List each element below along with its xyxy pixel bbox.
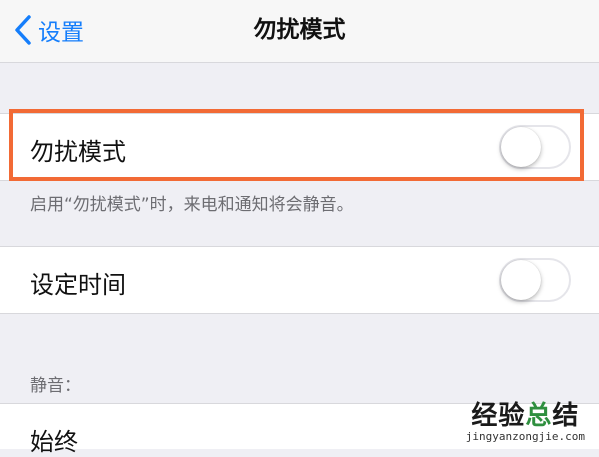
scheduled-row: 设定时间 — [0, 247, 599, 313]
watermark-text: 经验总结 — [466, 395, 585, 432]
silence-section-header: 静音： — [30, 376, 81, 396]
dnd-label: 勿扰模式 — [30, 138, 126, 166]
toggle-knob — [501, 127, 541, 167]
dnd-footer-note: 启用“勿扰模式”时，来电和通知将会静音。 — [30, 195, 354, 215]
watermark-part2: 总 — [525, 401, 553, 431]
divider — [0, 180, 599, 181]
scheduled-label: 设定时间 — [30, 271, 126, 299]
scheduled-toggle[interactable] — [499, 258, 571, 302]
navigation-bar: 设置 勿扰模式 — [0, 0, 599, 63]
watermark-url: jingyanzongjie.com — [465, 430, 585, 443]
page-title: 勿扰模式 — [253, 17, 346, 43]
watermark-part3: 结 — [552, 401, 580, 431]
silence-always-label: 始终 — [30, 428, 78, 456]
toggle-knob — [501, 260, 541, 300]
dnd-row: 勿扰模式 — [0, 114, 599, 180]
divider — [0, 313, 599, 314]
watermark-part1: 经验 — [471, 401, 526, 431]
dnd-toggle[interactable] — [499, 125, 571, 169]
watermark: 经验总结 jingyanzongjie.com — [466, 395, 585, 443]
